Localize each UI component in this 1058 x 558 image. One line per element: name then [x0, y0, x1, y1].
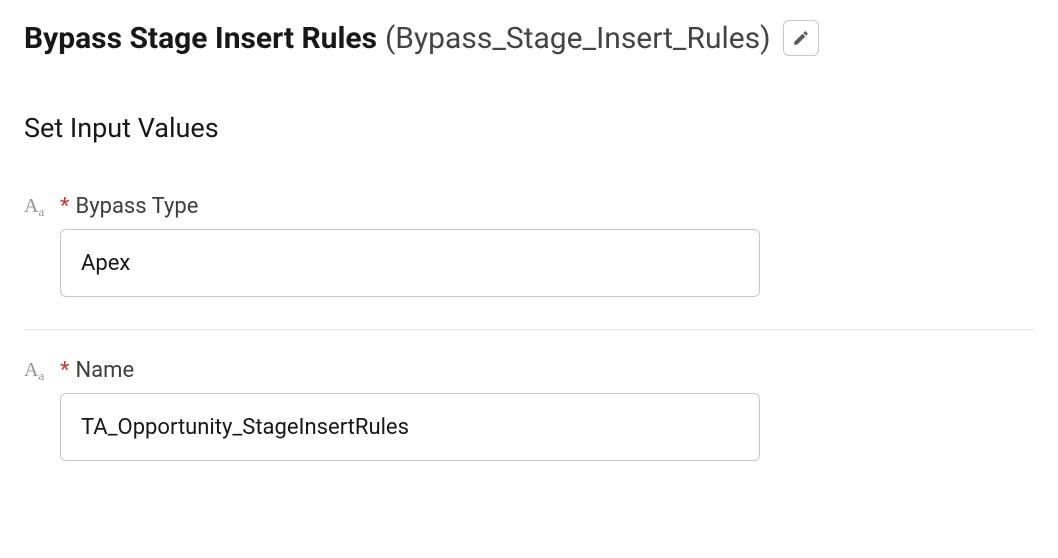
section-title: Set Input Values — [24, 112, 1034, 144]
field-label: Bypass Type — [73, 194, 198, 219]
header: Bypass Stage Insert Rules (Bypass_Stage_… — [24, 20, 1034, 56]
required-indicator: * — [60, 360, 69, 382]
edit-button[interactable] — [783, 20, 819, 56]
text-type-icon: Aa — [24, 358, 60, 380]
field-label-line: * Bypass Type — [60, 194, 1034, 219]
field-label: Name — [73, 358, 134, 383]
page-title: Bypass Stage Insert Rules — [24, 21, 377, 56]
pencil-icon — [792, 29, 810, 47]
field-name: Aa * Name — [24, 358, 1034, 489]
required-indicator: * — [60, 196, 69, 218]
field-label-line: * Name — [60, 358, 1034, 383]
api-name: (Bypass_Stage_Insert_Rules) — [385, 21, 771, 56]
bypass-type-input[interactable] — [60, 229, 760, 297]
name-input[interactable] — [60, 393, 760, 461]
field-bypass-type: Aa * Bypass Type — [24, 194, 1034, 325]
text-type-icon: Aa — [24, 194, 60, 216]
field-divider — [24, 329, 1034, 330]
